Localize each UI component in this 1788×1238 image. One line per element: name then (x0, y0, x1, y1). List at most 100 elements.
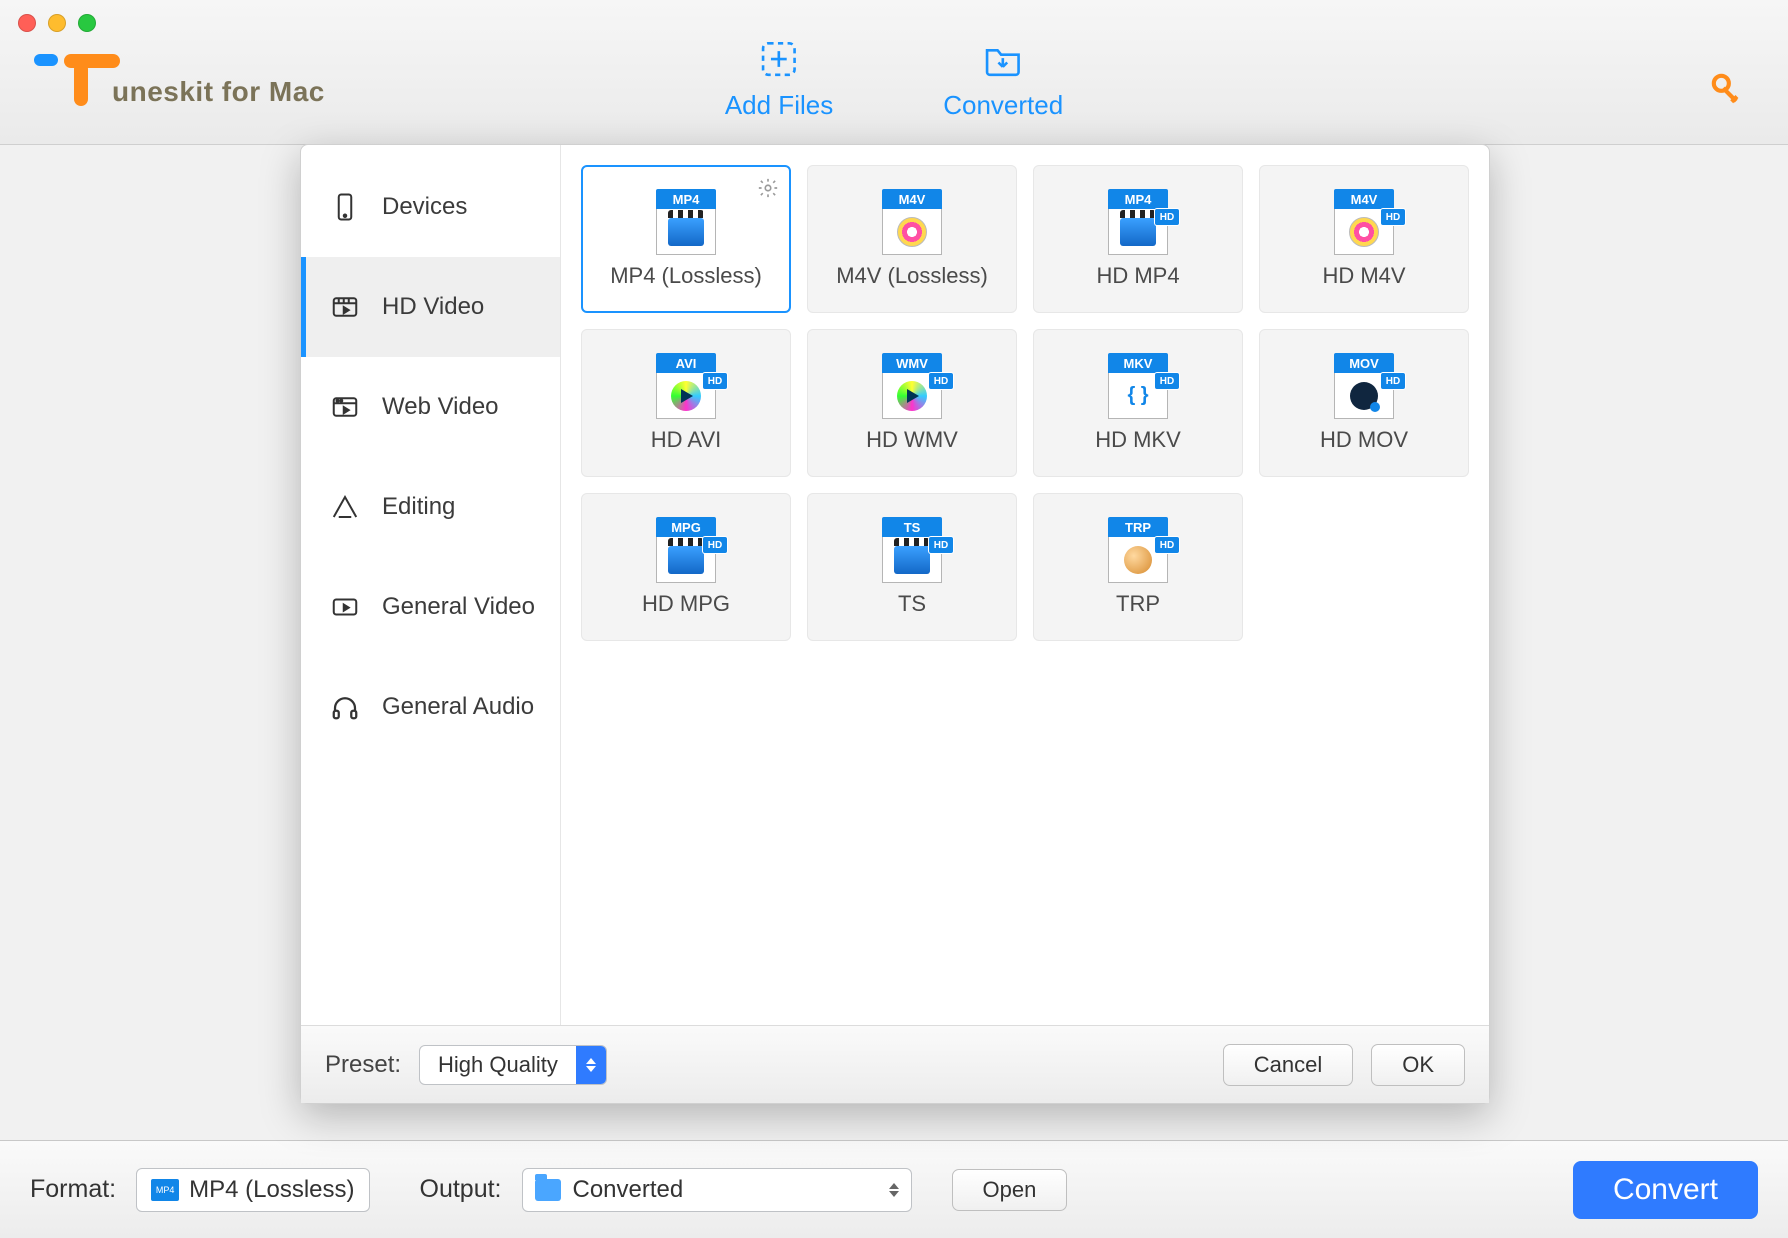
format-tile-hd-mov[interactable]: MOVHDHD MOV (1259, 329, 1469, 477)
editing-icon (330, 492, 360, 522)
hd-badge: HD (1381, 373, 1405, 389)
format-file-icon: MPGHD (653, 517, 719, 583)
ok-button[interactable]: OK (1371, 1044, 1465, 1086)
format-label: M4V (Lossless) (836, 263, 988, 289)
preset-value: High Quality (420, 1052, 576, 1078)
format-tag: M4V (1334, 189, 1394, 209)
format-tile-mp4-lossless-[interactable]: MP4 MP4 (Lossless) (581, 165, 791, 313)
folder-icon (982, 38, 1024, 80)
logo-accent-bar (34, 54, 58, 66)
converted-label: Converted (943, 90, 1063, 121)
sidebar-item-general-audio[interactable]: General Audio (301, 657, 560, 757)
folder-mini-icon (535, 1179, 561, 1201)
converted-button[interactable]: Converted (943, 38, 1063, 121)
sidebar-item-editing[interactable]: Editing (301, 457, 560, 557)
browser-icon (330, 392, 360, 422)
gear-icon[interactable] (757, 177, 779, 204)
format-value: MP4 (Lossless) (189, 1176, 354, 1204)
minimize-window-button[interactable] (48, 14, 66, 32)
format-tag: M4V (882, 189, 942, 209)
preset-label: Preset: (325, 1051, 401, 1079)
convert-button[interactable]: Convert (1573, 1161, 1758, 1219)
format-file-icon: TSHD (879, 517, 945, 583)
add-files-button[interactable]: Add Files (725, 38, 833, 121)
sidebar-label: Devices (382, 193, 467, 221)
format-body (882, 209, 942, 255)
hd-badge: HD (1155, 209, 1179, 225)
sidebar-item-devices[interactable]: Devices (301, 157, 560, 257)
film-icon (330, 292, 360, 322)
preset-select[interactable]: High Quality (419, 1045, 607, 1085)
format-tag: TS (882, 517, 942, 537)
popover-footer: Preset: High Quality Cancel OK (301, 1025, 1489, 1103)
output-value: Converted (573, 1176, 684, 1204)
key-icon[interactable] (1708, 70, 1748, 110)
close-window-button[interactable] (18, 14, 36, 32)
format-file-icon: TRPHD (1105, 517, 1171, 583)
bottom-bar: Format: MP4 (Lossless) Output: Converted… (0, 1140, 1788, 1238)
format-tile-m4v-lossless-[interactable]: M4V M4V (Lossless) (807, 165, 1017, 313)
format-file-icon: AVIHD (653, 353, 719, 419)
window-controls (18, 14, 96, 32)
category-sidebar: Devices HD Video Web Video Editing Gener… (301, 145, 561, 1025)
open-button[interactable]: Open (952, 1169, 1068, 1211)
format-label: TS (898, 591, 926, 617)
hd-badge: HD (703, 537, 727, 553)
format-tile-hd-mp4[interactable]: MP4HDHD MP4 (1033, 165, 1243, 313)
format-file-icon: MKV{ }HD (1105, 353, 1171, 419)
add-files-icon (758, 38, 800, 80)
format-file-icon: M4VHD (1331, 189, 1397, 255)
format-mini-icon (151, 1179, 179, 1201)
stepper-icon (576, 1046, 606, 1084)
hd-badge: HD (1155, 537, 1179, 553)
stepper-icon (889, 1183, 899, 1197)
format-tile-hd-m4v[interactable]: M4VHDHD M4V (1259, 165, 1469, 313)
sidebar-label: Editing (382, 493, 455, 521)
format-popover: Devices HD Video Web Video Editing Gener… (300, 144, 1490, 1104)
format-tag: AVI (656, 353, 716, 373)
logo-text: uneskit for Mac (112, 76, 325, 108)
format-grid: MP4MP4 (Lossless)M4VM4V (Lossless)MP4HDH… (561, 145, 1489, 1025)
hd-badge: HD (929, 373, 953, 389)
format-tile-ts[interactable]: TSHDTS (807, 493, 1017, 641)
add-files-label: Add Files (725, 90, 833, 121)
sidebar-item-general-video[interactable]: General Video (301, 557, 560, 657)
format-file-icon: M4V (879, 189, 945, 255)
sidebar-label: HD Video (382, 293, 484, 321)
sidebar-label: Web Video (382, 393, 499, 421)
format-file-icon: MP4HD (1105, 189, 1171, 255)
format-label: HD MPG (642, 591, 730, 617)
format-file-icon: MOVHD (1331, 353, 1397, 419)
hd-badge: HD (929, 537, 953, 553)
format-tile-hd-wmv[interactable]: WMVHDHD WMV (807, 329, 1017, 477)
toolbar: uneskit for Mac Add Files Converted (0, 0, 1788, 145)
zoom-window-button[interactable] (78, 14, 96, 32)
format-tile-hd-avi[interactable]: AVIHDHD AVI (581, 329, 791, 477)
format-tag: MP4 (656, 189, 716, 209)
format-tile-hd-mpg[interactable]: MPGHDHD MPG (581, 493, 791, 641)
format-label: MP4 (Lossless) (610, 263, 762, 289)
output-select[interactable]: Converted (522, 1168, 912, 1212)
toolbar-center-actions: Add Files Converted (725, 38, 1063, 121)
device-icon (330, 192, 360, 222)
format-select[interactable]: MP4 (Lossless) (136, 1168, 369, 1212)
format-body (656, 209, 716, 255)
format-tag: WMV (882, 353, 942, 373)
sidebar-label: General Video (382, 593, 535, 621)
video-icon (330, 592, 360, 622)
cancel-button[interactable]: Cancel (1223, 1044, 1353, 1086)
format-tile-trp[interactable]: TRPHDTRP (1033, 493, 1243, 641)
sidebar-item-hd-video[interactable]: HD Video (301, 257, 560, 357)
format-tile-hd-mkv[interactable]: MKV{ }HDHD MKV (1033, 329, 1243, 477)
app-logo: uneskit for Mac (34, 54, 325, 106)
headphones-icon (330, 692, 360, 722)
hd-badge: HD (1381, 209, 1405, 225)
format-label: TRP (1116, 591, 1160, 617)
hd-badge: HD (1155, 373, 1179, 389)
output-label: Output: (420, 1175, 502, 1204)
format-label: HD M4V (1322, 263, 1405, 289)
format-file-icon: WMVHD (879, 353, 945, 419)
format-tag: TRP (1108, 517, 1168, 537)
format-tag: MPG (656, 517, 716, 537)
sidebar-item-web-video[interactable]: Web Video (301, 357, 560, 457)
